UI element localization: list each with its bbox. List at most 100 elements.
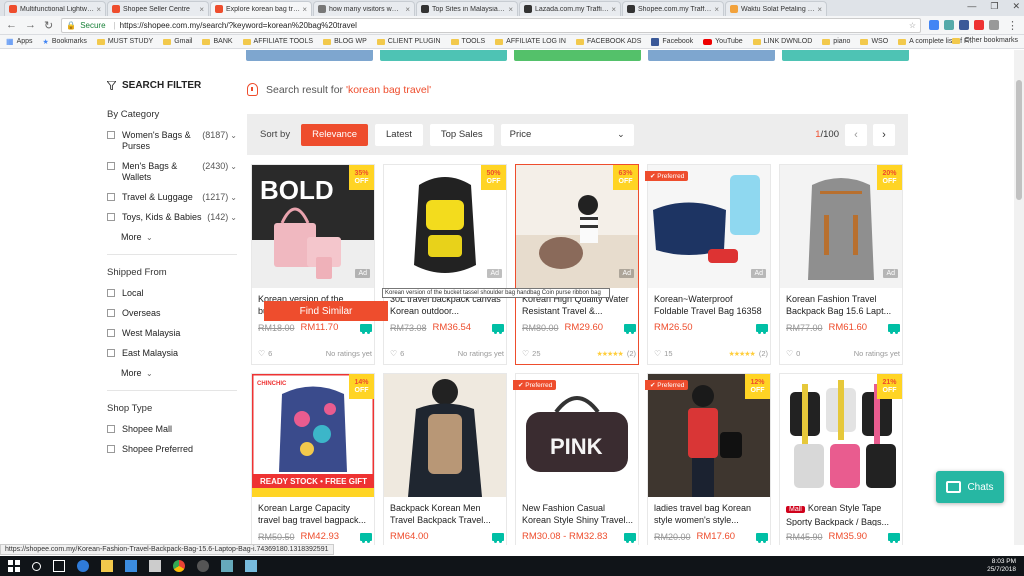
shipped-from-more-button[interactable]: More ⌄	[121, 368, 237, 378]
product-name[interactable]: New Fashion Casual Korean Style Shiny Tr…	[522, 502, 636, 526]
checkbox[interactable]	[107, 425, 115, 433]
app-icon[interactable]	[197, 560, 209, 572]
close-icon[interactable]: ×	[302, 5, 307, 14]
heart-icon[interactable]: ♡	[522, 349, 529, 358]
bookmark-item[interactable]: Gmail	[163, 38, 192, 45]
product-card[interactable]: BOLDAd35%OFFKorean version of the bucket…	[251, 164, 375, 365]
close-icon[interactable]: ×	[508, 5, 513, 14]
system-clock[interactable]: 8:03 PM 25/7/2018	[987, 558, 1016, 574]
browser-tab[interactable]: Explore korean bag trav... ×	[210, 1, 312, 16]
product-card[interactable]: READY STOCK • FREE GIFT CHINCHIC 14% OFF Kor…	[251, 373, 375, 545]
browser-tab[interactable]: Multifunctional Lightwe... ×	[4, 1, 106, 16]
page-scrollbar[interactable]	[1014, 50, 1024, 545]
store-icon[interactable]	[125, 560, 137, 572]
product-name[interactable]: Mall Korean Style Tape Sporty Backpack / …	[786, 502, 900, 526]
product-image-wrap[interactable]: PINK	[516, 374, 638, 497]
find-similar-button[interactable]: Find Similar	[264, 301, 388, 321]
chevron-down-icon[interactable]: ⌄	[230, 192, 237, 203]
sort-latest-button[interactable]: Latest	[375, 123, 423, 146]
windows-start-icon[interactable]	[8, 560, 20, 572]
browser-tab[interactable]: Lazada.com.my Traffic, D...×	[519, 1, 621, 16]
checkbox[interactable]	[107, 131, 115, 139]
close-icon[interactable]: ×	[611, 5, 616, 14]
bookmark-item[interactable]: AFFILIATE LOG IN	[495, 38, 566, 45]
app-icon[interactable]	[245, 560, 257, 572]
product-image[interactable]	[384, 374, 506, 497]
checkbox[interactable]	[107, 213, 115, 221]
product-name[interactable]: Korean Large Capacity travel bag travel …	[258, 502, 372, 526]
bookmark-item[interactable]: ★ Bookmarks	[43, 38, 87, 46]
product-card[interactable]: Backpack Korean Men Travel Backpack Trav…	[383, 373, 507, 545]
bookmark-item[interactable]: Facebook	[651, 37, 693, 46]
bookmark-item[interactable]: piano	[822, 38, 850, 45]
reload-icon[interactable]: ↻	[44, 19, 53, 32]
filter-option[interactable]: Shopee Preferred	[107, 444, 237, 455]
window-controls[interactable]: — ❐ ✕	[967, 1, 1020, 12]
search-icon[interactable]	[32, 561, 41, 571]
bookmark-item[interactable]: YouTube	[703, 38, 743, 45]
filter-option[interactable]: Toys, Kids & Babies (142) ⌄	[107, 212, 237, 223]
url-input[interactable]: 🔒 Secure | https://shopee.com.my/search/…	[61, 17, 921, 33]
bookmark-item[interactable]: BANK	[202, 38, 233, 45]
price-sort-select[interactable]: Price ⌄	[500, 123, 634, 146]
chrome-icon[interactable]	[173, 560, 185, 572]
close-icon[interactable]: ×	[714, 5, 719, 14]
product-name[interactable]: Korean Fashion Travel Backpack Bag 15.6 …	[786, 293, 900, 317]
bookmark-item[interactable]: WSO	[860, 38, 888, 45]
filter-option[interactable]: Local	[107, 288, 237, 299]
file-explorer-icon[interactable]	[101, 560, 113, 572]
mail-icon[interactable]	[149, 560, 161, 572]
product-card[interactable]: PINK ✔ Preferred New Fashion Casual Korean…	[513, 373, 639, 545]
product-card[interactable]: 21% OFF Mall Korean Style Tape Sporty Backp…	[779, 373, 903, 545]
close-icon[interactable]: ×	[96, 5, 101, 14]
forward-icon[interactable]: →	[25, 19, 36, 31]
chevron-down-icon[interactable]: ⌄	[230, 130, 237, 141]
close-icon[interactable]: ×	[405, 5, 410, 14]
browser-tab[interactable]: Waktu Solat Petaling 201...×	[725, 1, 827, 16]
product-name[interactable]: Korean~Waterproof Foldable Travel Bag 16…	[654, 293, 768, 317]
chevron-down-icon[interactable]: ⌄	[230, 161, 237, 172]
close-icon[interactable]: ×	[199, 5, 204, 14]
bookmark-item[interactable]: TOOLS	[450, 38, 485, 45]
browser-tab[interactable]: how many visitors www... ×	[313, 1, 415, 16]
edge-icon[interactable]	[77, 560, 89, 572]
checkbox[interactable]	[107, 162, 115, 170]
chevron-down-icon[interactable]: ⌄	[230, 212, 237, 223]
bookmark-item[interactable]: MUST STUDY	[96, 38, 153, 45]
filter-option[interactable]: Overseas	[107, 308, 237, 319]
heart-icon[interactable]: ♡	[786, 349, 793, 358]
product-card[interactable]: Ad 20% OFF Korean Fashion Travel Backpack B…	[779, 164, 903, 365]
app-icon[interactable]	[221, 560, 233, 572]
filter-option[interactable]: Women's Bags & Purses (8187) ⌄	[107, 130, 237, 152]
checkbox[interactable]	[107, 349, 115, 357]
checkbox[interactable]	[107, 309, 115, 317]
filter-option[interactable]: Shopee Mall	[107, 424, 237, 435]
product-name[interactable]: ladies travel bag Korean style women's s…	[654, 502, 768, 526]
next-page-button[interactable]: ›	[873, 123, 895, 146]
bookmark-item[interactable]: ▦ Apps	[6, 37, 33, 46]
browser-tab[interactable]: Shopee.com.my Traffic, D...×	[622, 1, 724, 16]
filter-option[interactable]: Men's Bags & Wallets (2430) ⌄	[107, 161, 237, 183]
product-card[interactable]: Ad ✔ Preferred Korean~Waterproof Foldable …	[645, 164, 771, 365]
heart-icon[interactable]: ♡	[654, 349, 661, 358]
product-card[interactable]: 12% OFF ✔ Preferred ladies travel bag Korea…	[645, 373, 771, 545]
back-icon[interactable]: ←	[6, 19, 17, 31]
checkbox[interactable]	[107, 193, 115, 201]
task-view-icon[interactable]	[53, 560, 65, 572]
browser-tab[interactable]: Top Sites in Malaysia - A... ×	[416, 1, 518, 16]
category-more-button[interactable]: More ⌄	[121, 232, 237, 242]
heart-icon[interactable]: ♡	[390, 349, 397, 358]
product-name[interactable]: Backpack Korean Men Travel Backpack Trav…	[390, 502, 504, 526]
bookmark-item[interactable]: AFFILIATE TOOLS	[242, 38, 313, 45]
other-bookmarks[interactable]: Other bookmarks	[952, 37, 1018, 44]
chats-button[interactable]: Chats	[936, 471, 1004, 503]
product-card[interactable]: Ad 50% OFF 30L travel backpack canvas Korea…	[383, 164, 507, 365]
star-icon[interactable]: ☆	[909, 21, 916, 30]
product-image-wrap[interactable]	[384, 374, 506, 497]
checkbox[interactable]	[107, 329, 115, 337]
sort-relevance-button[interactable]: Relevance	[301, 123, 368, 146]
close-icon[interactable]: ×	[817, 5, 822, 14]
bookmark-item[interactable]: LINK DWNLOD	[752, 38, 812, 45]
menu-icon[interactable]: ⋮	[1007, 19, 1018, 32]
bookmark-item[interactable]: BLOG WP	[323, 38, 367, 45]
